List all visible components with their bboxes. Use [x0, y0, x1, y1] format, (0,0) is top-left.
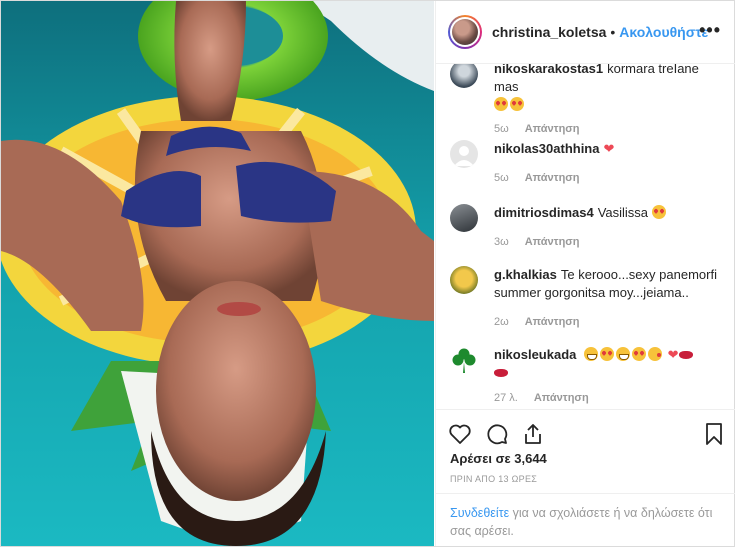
post-photo[interactable] — [1, 1, 434, 546]
commenter-username[interactable]: dimitriosdimas4 — [494, 205, 594, 220]
commenter-avatar[interactable] — [450, 204, 478, 232]
comment-item: g.khalkias Te kerooo...sexy panemorfi sum… — [450, 266, 726, 328]
commenter-avatar[interactable] — [450, 346, 478, 374]
post-header: christina_koletsa • Ακολουθήστε ••• — [436, 1, 735, 64]
reply-button[interactable]: Απάντηση — [525, 123, 580, 135]
comment-item: dimitriosdimas4 Vasilissa 3ω Απάντηση — [450, 204, 726, 248]
lips-emoji-icon — [678, 351, 693, 359]
reply-button[interactable]: Απάντηση — [525, 316, 580, 328]
share-icon[interactable] — [521, 422, 545, 446]
comment-item: nikolas30athhina ❤ 5ω Απάντηση — [450, 140, 726, 184]
action-bar — [436, 409, 735, 453]
side-panel: christina_koletsa • Ακολουθήστε ••• niko… — [435, 1, 735, 546]
like-heart-icon[interactable] — [448, 422, 472, 446]
post-dialog: christina_koletsa • Ακολουθήστε ••• niko… — [0, 0, 735, 547]
comments-list[interactable]: nikoskarakostas1 kormara treIane mas 5ω Α… — [436, 64, 735, 409]
comment-text: g.khalkias Te kerooo...sexy panemorfi sum… — [494, 266, 726, 302]
comment-time: 2ω — [494, 316, 509, 328]
follow-button[interactable]: Ακολουθήστε — [619, 24, 708, 40]
kiss-emoji-icon — [648, 347, 662, 361]
commenter-username[interactable]: nikoskarakostas1 — [494, 64, 603, 76]
reply-button[interactable]: Απάντηση — [525, 236, 580, 248]
comment-meta: 27 λ. Απάντηση — [494, 392, 726, 404]
reply-button[interactable]: Απάντηση — [534, 392, 589, 404]
commenter-username[interactable]: g.khalkias — [494, 267, 557, 282]
comment-time: 5ω — [494, 172, 509, 184]
likes-count[interactable]: Αρέσει σε 3,644 — [450, 451, 547, 466]
heart-eyes-emoji-icon — [651, 205, 666, 219]
commenter-avatar[interactable] — [450, 64, 478, 88]
red-heart-emoji-icon: ❤ — [603, 141, 615, 156]
heart-eyes-emoji-icon — [600, 347, 614, 361]
comment-time: 27 λ. — [494, 392, 518, 404]
commenter-username[interactable]: nikosleukada — [494, 347, 576, 362]
avatar-inner — [450, 17, 480, 47]
heart-eyes-emoji-icon — [494, 97, 508, 111]
comment-item: nikoskarakostas1 kormara treIane mas 5ω Α… — [450, 64, 726, 135]
bookmark-icon[interactable] — [702, 422, 726, 446]
login-link[interactable]: Συνδεθείτε — [450, 506, 509, 520]
author-avatar[interactable] — [448, 15, 482, 49]
comment-time: 5ω — [494, 123, 509, 135]
reply-button[interactable]: Απάντηση — [525, 172, 580, 184]
comment-text: dimitriosdimas4 Vasilissa — [494, 204, 726, 222]
comment-message: Vasilissa — [597, 205, 649, 220]
avatar-image — [452, 19, 478, 45]
author-username[interactable]: christina_koletsa — [492, 24, 606, 40]
comment-icon[interactable] — [485, 422, 509, 446]
comment-meta: 2ω Απάντηση — [494, 316, 726, 328]
lips-emoji-icon — [494, 369, 508, 377]
commenter-username[interactable]: nikolas30athhina — [494, 141, 599, 156]
grin-emoji-icon — [584, 347, 598, 361]
login-prompt: Συνδεθείτε για να σχολιάσετε ή να δηλώσε… — [436, 493, 735, 546]
commenter-avatar[interactable] — [450, 140, 478, 168]
comment-time: 3ω — [494, 236, 509, 248]
comment-meta: 5ω Απάντηση — [494, 172, 726, 184]
heart-eyes-emoji-icon — [510, 97, 524, 111]
post-image — [1, 1, 434, 546]
comment-text: nikolas30athhina ❤ — [494, 140, 726, 158]
shamrock-icon — [452, 348, 476, 373]
default-avatar-icon — [454, 146, 474, 166]
comment-meta: 3ω Απάντηση — [494, 236, 726, 248]
grin-emoji-icon — [616, 347, 630, 361]
comment-text: nikosleukada ❤ — [494, 346, 726, 382]
comment-item: nikosleukada ❤ 27 λ. Απάντηση — [450, 346, 726, 404]
post-time-ago[interactable]: ΠΡΙΝ ΑΠΟ 13 ΩΡΕΣ — [450, 474, 537, 484]
more-icon[interactable]: ••• — [699, 21, 721, 39]
heart-eyes-emoji-icon — [632, 347, 646, 361]
header-separator: • — [610, 24, 616, 40]
red-heart-emoji-icon: ❤ — [667, 347, 679, 362]
comment-meta: 5ω Απάντηση — [494, 123, 726, 135]
comment-text: nikoskarakostas1 kormara treIane mas — [494, 64, 726, 114]
commenter-avatar[interactable] — [450, 266, 478, 294]
